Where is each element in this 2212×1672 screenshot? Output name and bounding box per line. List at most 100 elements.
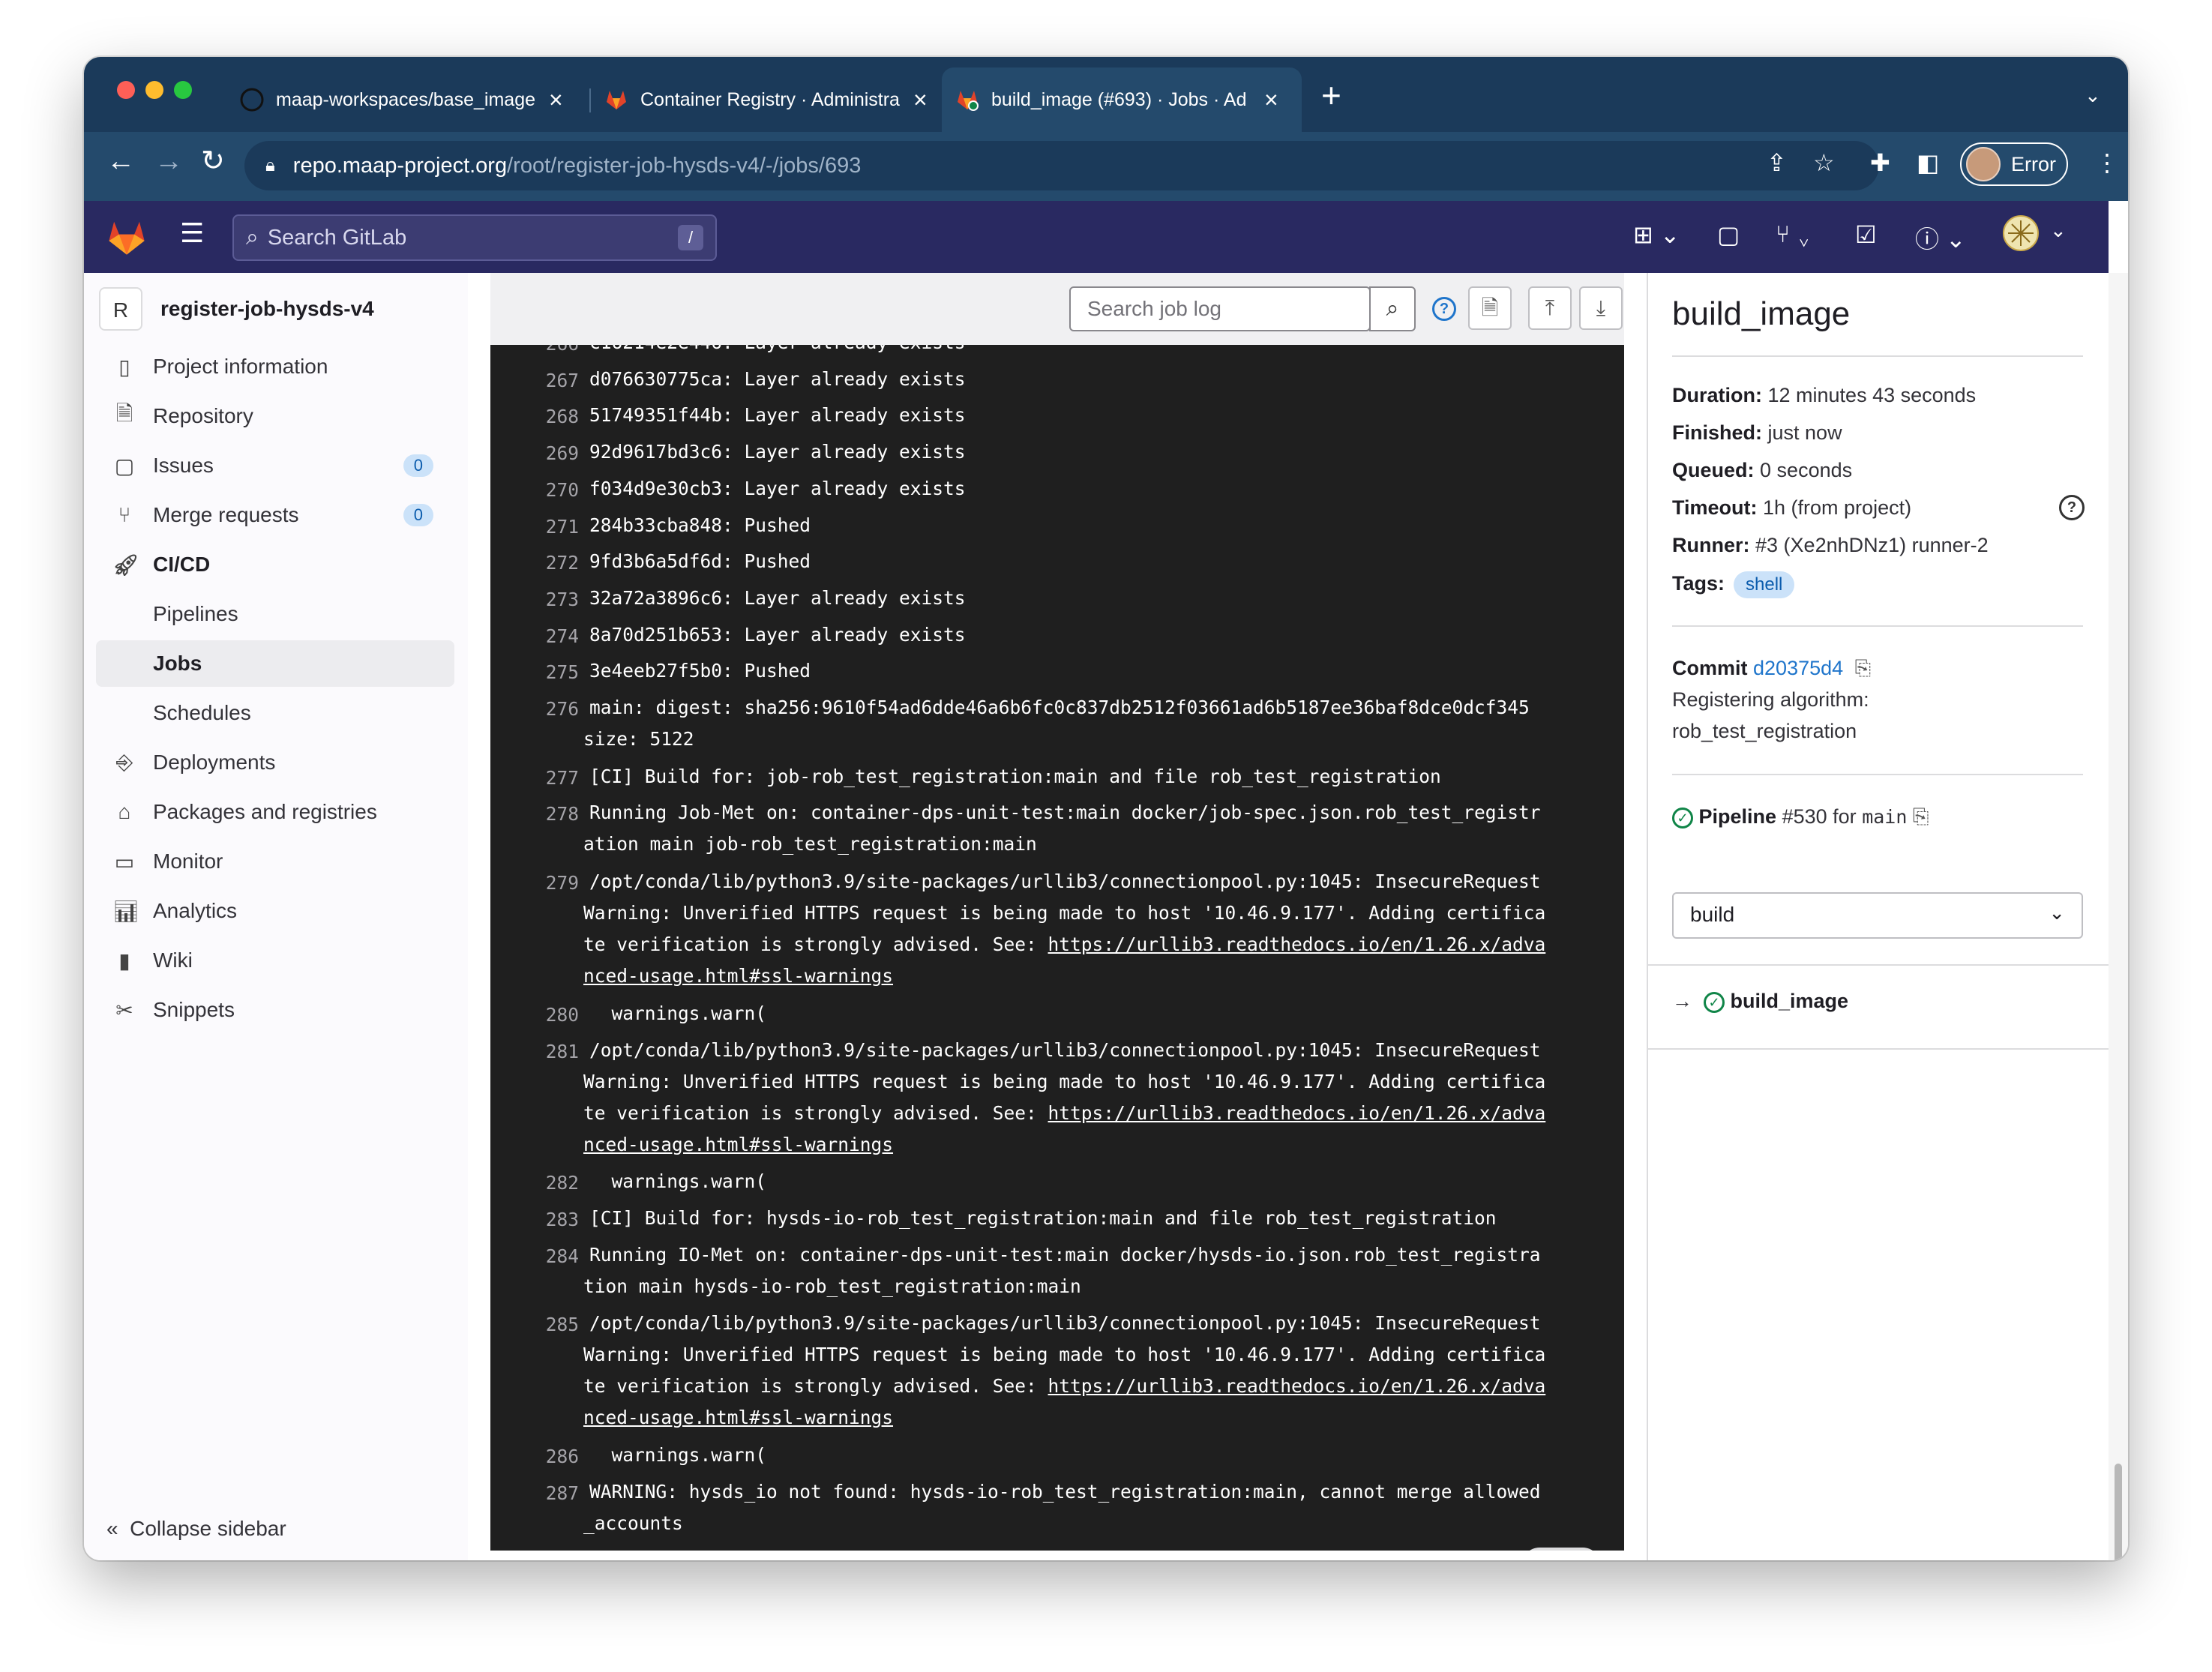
collapse-sidebar-button[interactable]: « Collapse sidebar	[106, 1517, 286, 1541]
log-line-number[interactable]: 275	[520, 661, 579, 683]
log-line-number[interactable]: 267	[520, 370, 579, 391]
gitlab-logo-icon[interactable]	[106, 217, 147, 256]
sidebar-item-jobs[interactable]: Jobs	[96, 640, 454, 687]
stage-dropdown[interactable]: build ⌄	[1672, 892, 2083, 939]
new-item-icon[interactable]: ⊞ ⌄	[1633, 220, 1680, 249]
log-link[interactable]: nced-usage.html#ssl-warnings	[583, 965, 893, 987]
divider	[1648, 1048, 2109, 1050]
todo-icon[interactable]: ☑	[1855, 220, 1877, 249]
log-line-number[interactable]: 274	[520, 625, 579, 647]
project-sidebar: R register-job-hysds-v4 ▯ Project inform…	[84, 273, 469, 1560]
log-link[interactable]: nced-usage.html#ssl-warnings	[583, 1407, 893, 1428]
sidebar-item-merge-requests[interactable]: ⑂ Merge requests 0	[96, 492, 454, 538]
log-line-number[interactable]: 282	[520, 1172, 579, 1194]
minimize-window-button[interactable]	[145, 81, 163, 99]
arrow-up-icon: ⤒	[1545, 296, 1555, 319]
sidebar-item-cicd[interactable]: 🚀︎ CI/CD	[96, 541, 454, 588]
log-line-number[interactable]: 286	[520, 1446, 579, 1467]
log-line-text: f034d9e30cb3: Layer already exists	[589, 477, 966, 499]
forward-arrow-icon[interactable]: →	[154, 147, 183, 175]
kebab-menu-icon[interactable]: ⋮	[2095, 148, 2119, 177]
sidebar-item-issues[interactable]: ▢ Issues 0	[96, 442, 454, 489]
browser-tab-active[interactable]: build_image (#693) · Jobs · Ad ×	[942, 67, 1302, 132]
star-icon[interactable]: ☆	[1813, 148, 1835, 177]
profile-button[interactable]: Error	[1960, 142, 2068, 186]
new-tab-icon[interactable]: +	[1321, 75, 1341, 115]
help-icon[interactable]: ?	[1432, 297, 1456, 321]
log-line-number[interactable]: 268	[520, 406, 579, 427]
log-link[interactable]: nced-usage.html#ssl-warnings	[583, 1134, 893, 1155]
log-line-number[interactable]: 271	[520, 516, 579, 538]
search-job-log-input[interactable]: Search job log	[1069, 286, 1371, 331]
copy-icon[interactable]: ⎘	[1913, 805, 1929, 828]
log-line-number[interactable]: 278	[520, 803, 579, 825]
log-line-number[interactable]: 272	[520, 552, 579, 574]
log-line-number[interactable]: 270	[520, 479, 579, 501]
browser-tab[interactable]: Container Registry · Administra ×	[591, 67, 951, 132]
log-line-text: 284b33cba848: Pushed	[589, 514, 811, 536]
log-line-text: 9fd3b6a5df6d: Pushed	[589, 550, 811, 573]
page-scrollbar[interactable]	[2109, 273, 2128, 1560]
close-tab-icon[interactable]: ×	[913, 88, 928, 112]
log-line-number[interactable]: 283	[520, 1209, 579, 1230]
sidebar-item-project-information[interactable]: ▯ Project information	[96, 343, 454, 390]
scrollbar-thumb[interactable]	[2115, 1464, 2122, 1560]
maximize-window-button[interactable]	[174, 81, 192, 99]
log-link[interactable]: https://urllib3.readthedocs.io/en/1.26.x…	[1048, 933, 1546, 955]
reload-icon[interactable]: ↻	[201, 147, 225, 175]
sidebar-item-wiki[interactable]: ▮ Wiki	[96, 937, 454, 984]
job-runner: Runner: #3 (Xe2nhDNz1) runner-2	[1672, 534, 1989, 556]
sidebar-item-pipelines[interactable]: Pipelines	[96, 591, 454, 637]
log-link[interactable]: https://urllib3.readthedocs.io/en/1.26.x…	[1048, 1102, 1546, 1124]
search-icon[interactable]: ⌕	[1369, 286, 1416, 331]
browser-tab[interactable]: maap-workspaces/base_image ×	[226, 67, 588, 132]
github-icon	[240, 88, 264, 112]
gitlab-search-input[interactable]: ⌕ Search GitLab /	[232, 214, 717, 261]
url-input[interactable]: 🔒︎ repo.maap-project.org/root/register-j…	[244, 141, 1879, 190]
commit-sha-link[interactable]: d20375d4	[1753, 657, 1843, 679]
question-icon[interactable]: ?	[2059, 495, 2085, 520]
help-icon[interactable]: ⓘ ⌄	[1915, 220, 1966, 255]
sidebar-item-snippets[interactable]: ✂ Snippets	[96, 987, 454, 1033]
scroll-to-bottom-button[interactable]: ⤓	[1579, 286, 1623, 330]
scroll-to-top-button[interactable]: ⤒	[1528, 286, 1572, 330]
close-tab-icon[interactable]: ×	[1264, 88, 1278, 112]
sidebar-toggle-icon[interactable]: ◧	[1917, 148, 1939, 177]
hamburger-menu-icon[interactable]: ☰	[180, 217, 204, 249]
merge-request-icon[interactable]: ⑂ ⌄	[1776, 220, 1811, 248]
log-line-number[interactable]: 287	[520, 1482, 579, 1504]
chart-icon: 📊︎	[112, 899, 139, 923]
pipeline-id-link[interactable]: #530	[1782, 805, 1827, 828]
log-line-number[interactable]: 273	[520, 589, 579, 610]
double-chevron-left-icon: «	[106, 1517, 118, 1540]
sidebar-item-packages-and-registries[interactable]: ⌂ Packages and registries	[96, 789, 454, 835]
sidebar-item-monitor[interactable]: ▭ Monitor	[96, 838, 454, 885]
sidebar-item-schedules[interactable]: Schedules	[96, 690, 454, 736]
share-icon[interactable]: ⇪	[1767, 148, 1787, 177]
sidebar-item-repository[interactable]: 🗎︎ Repository	[96, 393, 454, 439]
stage-job-row[interactable]: → ✓ build_image	[1672, 990, 1848, 1013]
log-line-number[interactable]: 284	[520, 1245, 579, 1267]
close-tab-icon[interactable]: ×	[549, 88, 563, 112]
back-arrow-icon[interactable]: ←	[106, 147, 135, 175]
project-header[interactable]: R register-job-hysds-v4	[99, 283, 374, 334]
log-line-number[interactable]: 276	[520, 698, 579, 720]
issues-icon[interactable]: ▢	[1717, 220, 1740, 249]
log-line-number[interactable]: 277	[520, 767, 579, 789]
log-line-number[interactable]: 280	[520, 1004, 579, 1026]
log-line-number[interactable]: 269	[520, 442, 579, 464]
log-line-number[interactable]: 281	[520, 1041, 579, 1062]
raw-log-button[interactable]: 🗎︎	[1468, 286, 1512, 330]
sidebar-item-analytics[interactable]: 📊︎ Analytics	[96, 888, 454, 934]
pipeline-ref[interactable]: main	[1862, 806, 1907, 828]
sidebar-item-deployments[interactable]: ⎆ Deployments	[96, 739, 454, 786]
user-avatar-icon[interactable]: ⌄	[2002, 214, 2067, 258]
log-link[interactable]: https://urllib3.readthedocs.io/en/1.26.x…	[1048, 1375, 1546, 1397]
log-line-number[interactable]: 279	[520, 872, 579, 894]
log-line-number[interactable]: 266	[520, 345, 579, 355]
copy-icon[interactable]: ⎘	[1855, 657, 1872, 679]
close-window-button[interactable]	[117, 81, 135, 99]
chevron-down-icon[interactable]: ⌄	[2085, 84, 2101, 107]
log-line-number[interactable]: 285	[520, 1314, 579, 1335]
extensions-icon[interactable]: ✚	[1870, 148, 1890, 177]
